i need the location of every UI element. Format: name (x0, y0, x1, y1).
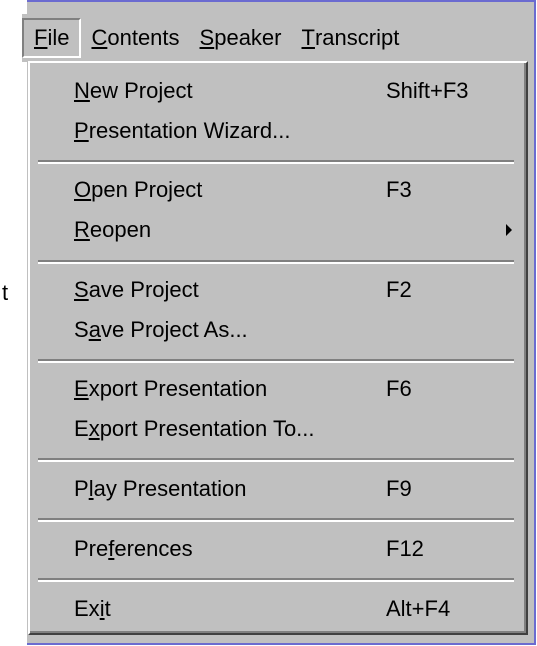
shortcut-text: F3 (386, 177, 412, 202)
menu-item-label: Preferences (74, 536, 193, 561)
shortcut-text: F6 (386, 376, 412, 401)
menu-separator (38, 578, 514, 582)
shortcut-text: F2 (386, 277, 412, 302)
menu-file[interactable]: File (22, 18, 82, 58)
submenu-arrow-icon (506, 224, 512, 236)
background-partial-text: t (2, 280, 9, 305)
menu-item-label: Save Project As... (74, 317, 248, 342)
menu-item-label: New Project (74, 78, 193, 103)
menu-item-label: Open Project (74, 177, 203, 202)
shortcut-text: F9 (386, 476, 412, 501)
menu-item-label: Exit (74, 596, 111, 621)
menu-separator (38, 359, 514, 363)
menu-contents-accel: C (91, 25, 108, 50)
menu-file-label: ile (47, 25, 70, 50)
menu-item-reopen[interactable]: Reopen (30, 210, 520, 250)
menu-item-label: Play Presentation (74, 476, 247, 501)
menu-item-export-presentation-to[interactable]: Export Presentation To... (30, 409, 520, 449)
menu-speaker-accel: S (199, 25, 215, 50)
menu-separator (38, 458, 514, 462)
menu-speaker-label: peaker (214, 25, 282, 50)
shortcut-text: Shift+F3 (386, 78, 469, 103)
menu-item-label: Export Presentation (74, 376, 268, 401)
menu-transcript[interactable]: Transcript (292, 18, 410, 58)
shortcut-text: Alt+F4 (386, 596, 451, 621)
menu-item-presentation-wizard[interactable]: Presentation Wizard... (30, 111, 520, 151)
menu-item-save-project[interactable]: Save Project F2 (30, 270, 520, 310)
menu-bar: File Contents Speaker Transcript (22, 14, 530, 62)
menu-item-new-project[interactable]: New Project Shift+F3 (30, 71, 520, 111)
menu-speaker[interactable]: Speaker (190, 18, 292, 58)
background-area: t (0, 0, 27, 646)
menu-transcript-label: ranscript (314, 25, 400, 50)
menu-item-open-project[interactable]: Open Project F3 (30, 170, 520, 210)
menu-contents[interactable]: Contents (81, 18, 189, 58)
file-menu-dropdown: New Project Shift+F3 Presentation Wizard… (28, 61, 528, 635)
menu-item-save-project-as[interactable]: Save Project As... (30, 310, 520, 350)
menu-item-play-presentation[interactable]: Play Presentation F9 (30, 469, 520, 509)
menu-item-label: Export Presentation To... (74, 416, 315, 441)
menu-separator (38, 518, 514, 522)
menu-item-exit[interactable]: Exit Alt+F4 (30, 589, 520, 629)
menu-separator (38, 260, 514, 264)
menu-item-label: Save Project (74, 277, 199, 302)
menu-transcript-accel: T (301, 25, 315, 50)
menu-item-preferences[interactable]: Preferences F12 (30, 529, 520, 569)
menu-separator (38, 160, 514, 164)
menu-contents-label: ontents (107, 25, 180, 50)
shortcut-text: F12 (386, 536, 424, 561)
menu-item-export-presentation[interactable]: Export Presentation F6 (30, 369, 520, 409)
menu-item-label: Presentation Wizard... (74, 118, 291, 143)
menu-item-label: Reopen (74, 217, 152, 242)
menu-file-accel: F (34, 25, 48, 50)
